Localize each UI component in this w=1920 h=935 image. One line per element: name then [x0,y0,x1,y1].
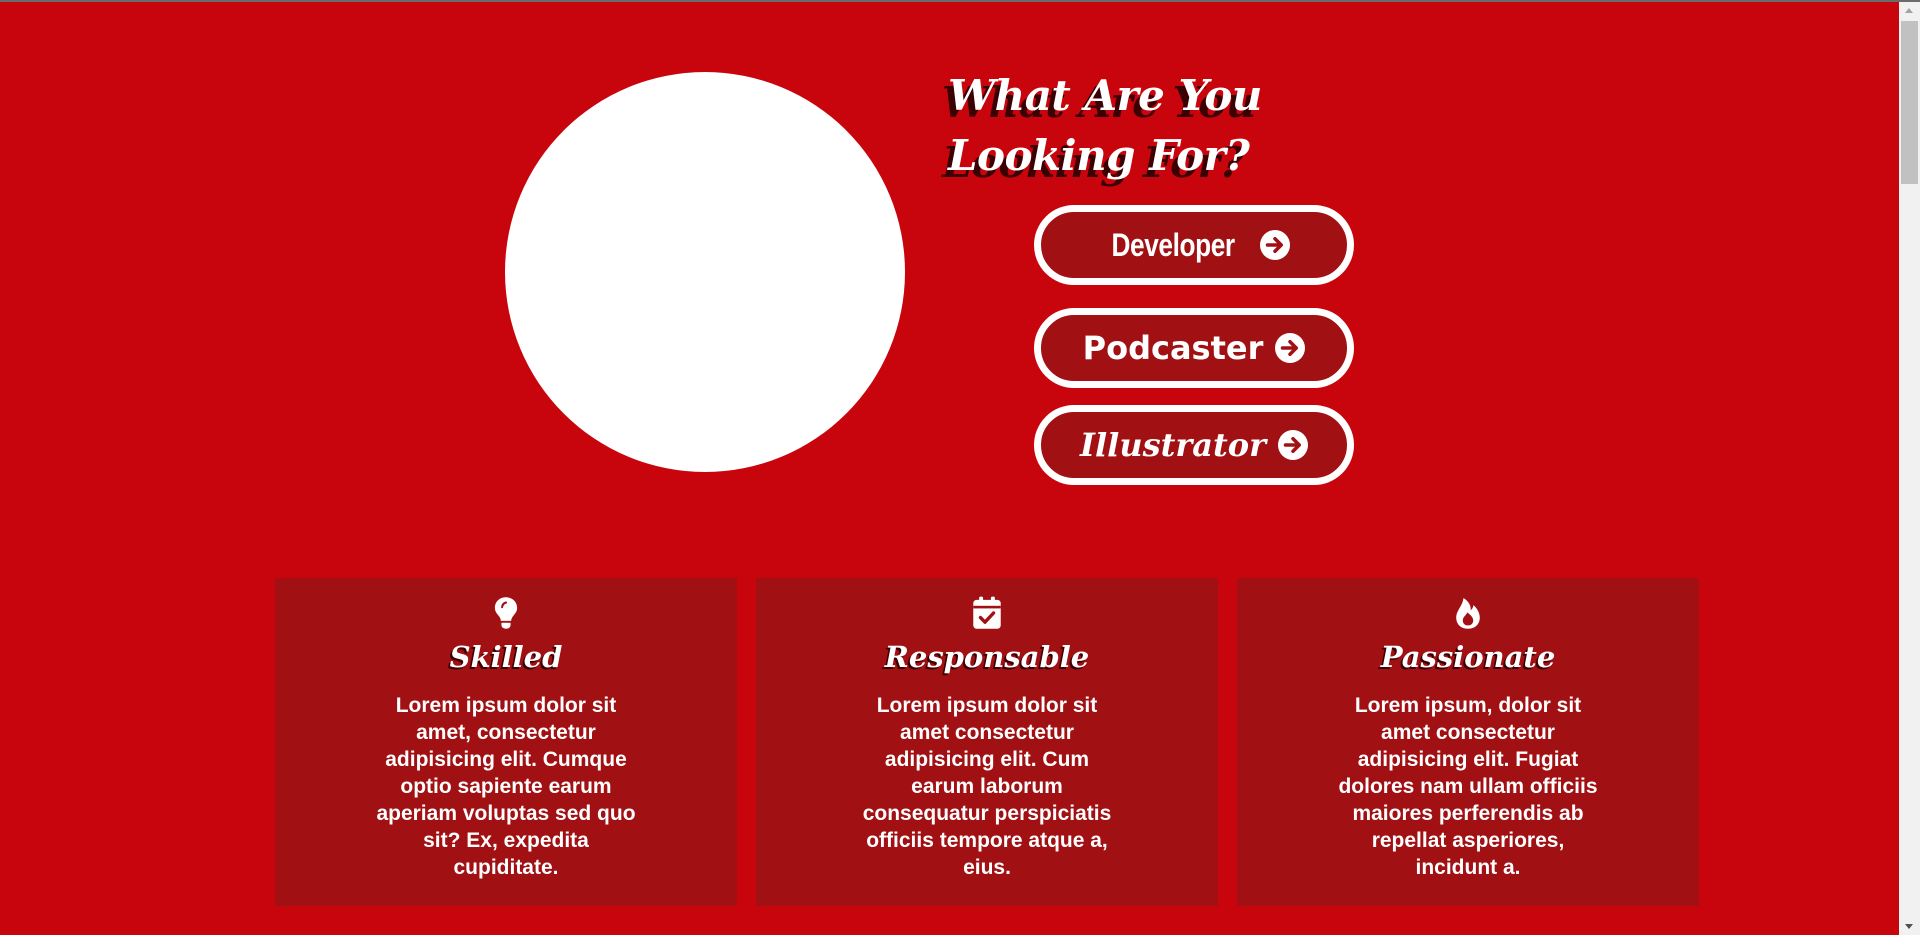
scroll-down-arrow-icon[interactable] [1899,918,1920,935]
lightbulb-icon [494,597,518,629]
feature-card-skilled: Skilled Lorem ipsum dolor sit amet, cons… [275,578,737,906]
feature-description: Lorem ipsum dolor sit amet consectetur a… [862,694,1112,879]
feature-card-responsable: Responsable Lorem ipsum dolor sit amet c… [756,578,1218,906]
flame-icon [1456,597,1480,629]
profile-avatar [505,72,905,472]
feature-title: Responsable [884,640,1090,674]
vertical-scrollbar[interactable] [1899,2,1920,935]
calendar-check-icon [973,596,1001,629]
podcaster-button-label: Podcaster [1082,329,1264,367]
illustrator-button-label: Illustrator [1080,426,1266,464]
feature-description: Lorem ipsum dolor sit amet, consectetur … [376,694,636,879]
arrow-circle-right-icon [1277,430,1308,460]
feature-description: Lorem ipsum, dolor sit amet consectetur … [1338,694,1598,879]
illustrator-button[interactable]: Illustrator [1034,405,1354,485]
scrollbar-thumb[interactable] [1901,21,1918,184]
scroll-up-arrow-icon[interactable] [1899,2,1920,19]
podcaster-button[interactable]: Podcaster [1034,308,1354,388]
arrow-circle-right-icon [1260,230,1291,260]
feature-card-passionate: Passionate Lorem ipsum, dolor sit amet c… [1237,578,1699,906]
arrow-circle-right-icon [1275,333,1306,363]
feature-title: Skilled [449,640,563,674]
page-content: What Are You Looking For? Developer Podc… [0,2,1899,935]
feature-title: Passionate [1380,640,1556,674]
developer-button-label: Developer [1111,226,1235,263]
page-heading: What Are You Looking For? [948,71,1262,180]
developer-button[interactable]: Developer [1034,205,1354,285]
